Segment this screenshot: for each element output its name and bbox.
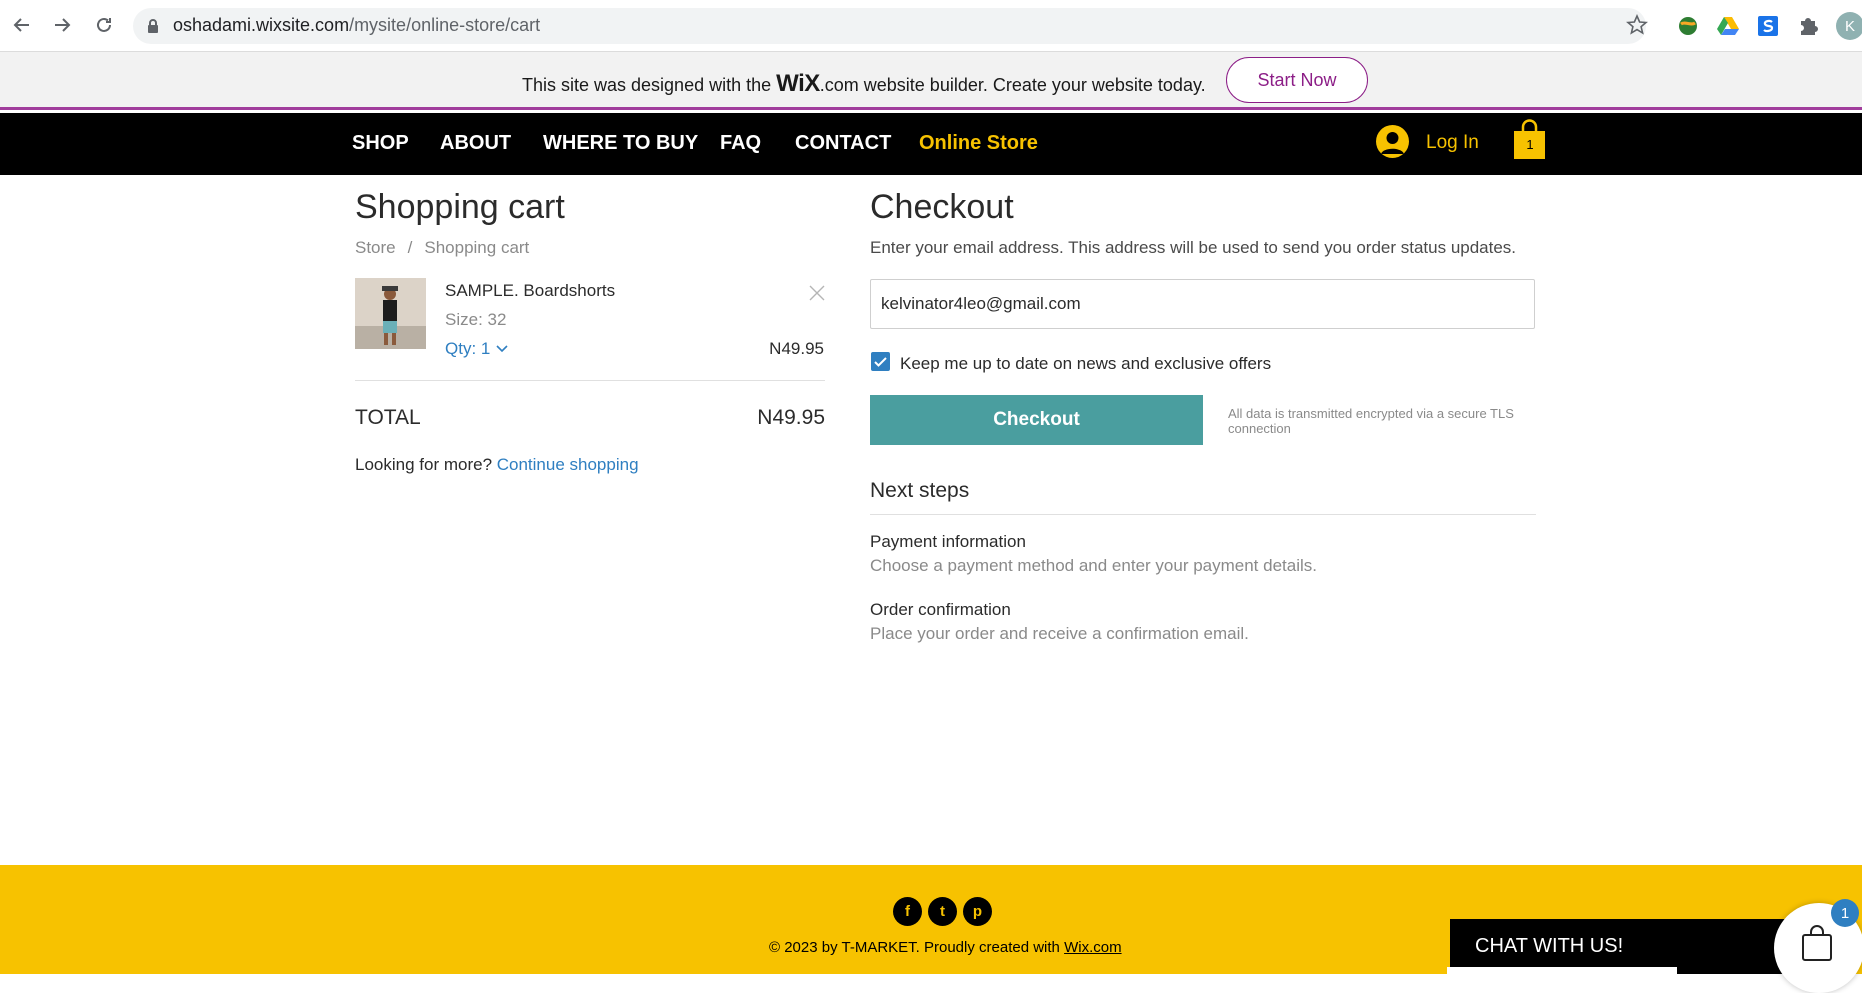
google-drive-icon[interactable] <box>1716 14 1740 38</box>
shopping-bag-icon[interactable] <box>1800 924 1834 962</box>
nav-online-store[interactable]: Online Store <box>919 132 1038 155</box>
url-path: /mysite/online-store/cart <box>349 15 541 35</box>
nav-contact[interactable]: CONTACT <box>795 132 891 155</box>
breadcrumb-current: Shopping cart <box>424 238 530 257</box>
divider <box>870 514 1536 515</box>
wix-text-after: .com website builder. Create your websit… <box>819 75 1206 95</box>
quantity-dropdown[interactable]: Qty: 1 <box>445 339 509 359</box>
profile-avatar[interactable]: K <box>1836 12 1862 40</box>
breadcrumb: Store / Shopping cart <box>355 238 529 258</box>
cart-count[interactable]: 1 <box>1522 137 1538 152</box>
step-payment-title: Payment information <box>870 532 1026 551</box>
pinterest-icon[interactable]: p <box>963 897 992 926</box>
wix-promo-banner: This site was designed with the WiX.com … <box>0 52 1862 110</box>
nav-about[interactable]: ABOUT <box>440 132 511 155</box>
copyright-label: © 2023 by T-MARKET. Proudly created with <box>769 939 1065 956</box>
checkout-description: Enter your email address. This address w… <box>870 238 1517 257</box>
reload-icon[interactable] <box>90 11 118 39</box>
step-payment-desc: Choose a payment method and enter your p… <box>870 556 1317 575</box>
wix-banner-text: This site was designed with the WiX.com … <box>522 70 1206 98</box>
total-value: N49.95 <box>757 406 825 429</box>
product-name[interactable]: SAMPLE. Boardshorts <box>445 281 615 301</box>
extension-s-icon[interactable] <box>1756 14 1780 38</box>
login-link[interactable]: Log In <box>1426 132 1479 154</box>
checkout-title: Checkout <box>870 188 1014 226</box>
twitter-icon[interactable]: t <box>928 897 957 926</box>
nav-faq[interactable]: FAQ <box>720 132 761 155</box>
continue-shopping-row: Looking for more? Continue shopping <box>355 455 639 475</box>
product-thumbnail[interactable] <box>355 278 426 349</box>
url-domain: oshadami.wixsite.com <box>173 15 350 35</box>
nav-shop[interactable]: SHOP <box>352 132 409 155</box>
nav-where-to-buy[interactable]: WHERE TO BUY <box>543 132 698 155</box>
chevron-down-icon <box>495 339 509 358</box>
forward-arrow-icon[interactable] <box>48 11 76 39</box>
continue-shopping-link[interactable]: Continue shopping <box>497 455 639 474</box>
back-arrow-icon[interactable] <box>8 11 36 39</box>
copyright-text: © 2023 by T-MARKET. Proudly created with… <box>769 939 1122 956</box>
quantity-label: Qty: 1 <box>445 339 491 358</box>
lock-icon[interactable] <box>146 18 160 34</box>
cart-title: Shopping cart <box>355 188 565 226</box>
breadcrumb-store[interactable]: Store <box>355 238 396 257</box>
user-icon[interactable] <box>1376 125 1409 158</box>
step-confirmation-desc: Place your order and receive a confirmat… <box>870 624 1249 643</box>
remove-item-close-icon[interactable] <box>808 284 826 302</box>
chat-label[interactable]: CHAT WITH US! <box>1475 935 1623 958</box>
secure-connection-note: All data is transmitted encrypted via a … <box>1228 406 1514 436</box>
site-header: SHOP ABOUT WHERE TO BUY FAQ CONTACT Onli… <box>0 113 1862 175</box>
extension-globe-icon[interactable] <box>1676 14 1700 38</box>
checkout-button[interactable]: Checkout <box>870 395 1203 445</box>
newsletter-label[interactable]: Keep me up to date on news and exclusive… <box>900 354 1271 374</box>
product-size: Size: 32 <box>445 310 507 329</box>
step-confirmation-title: Order confirmation <box>870 600 1011 619</box>
next-steps-title: Next steps <box>870 479 970 502</box>
wix-link[interactable]: Wix.com <box>1064 939 1122 956</box>
wix-text-before: This site was designed with the <box>522 75 777 95</box>
total-label: TOTAL <box>355 406 421 429</box>
email-field[interactable] <box>870 279 1535 329</box>
extensions-puzzle-icon[interactable] <box>1796 14 1820 38</box>
line-item-price: N49.95 <box>769 339 824 358</box>
newsletter-checkbox[interactable] <box>871 352 890 371</box>
bookmark-star-icon[interactable] <box>1626 13 1648 42</box>
divider <box>355 380 825 381</box>
wix-logo: WiX <box>776 70 820 97</box>
looking-more-text: Looking for more? <box>355 455 497 474</box>
browser-toolbar: oshadami.wixsite.com/mysite/online-store… <box>0 0 1862 52</box>
floating-cart-badge: 1 <box>1831 899 1859 927</box>
start-now-button[interactable]: Start Now <box>1226 57 1368 103</box>
url-text[interactable]: oshadami.wixsite.com/mysite/online-store… <box>173 15 540 36</box>
facebook-icon[interactable]: f <box>893 897 922 926</box>
breadcrumb-separator: / <box>407 238 413 257</box>
chat-input-strip[interactable] <box>1447 967 1677 974</box>
